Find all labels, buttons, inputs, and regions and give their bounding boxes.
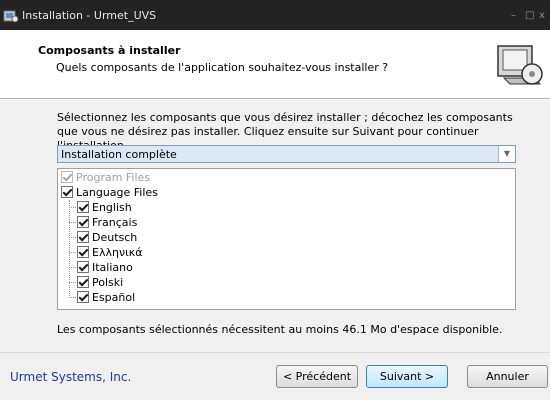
- checkbox-greek[interactable]: [77, 246, 89, 258]
- component-espanol[interactable]: Español: [77, 290, 135, 304]
- tree-branch: [69, 237, 76, 238]
- component-deutsch[interactable]: Deutsch: [77, 230, 137, 244]
- component-label: Deutsch: [92, 230, 138, 244]
- checkbox-english[interactable]: [77, 201, 89, 213]
- back-button[interactable]: < Précédent: [276, 365, 358, 388]
- components-list[interactable]: Program Files Language Files English Fra…: [57, 168, 516, 310]
- component-label: Program Files: [76, 170, 151, 184]
- page-subtitle: Quels composants de l'application souhai…: [56, 61, 389, 74]
- component-label: Español: [92, 290, 136, 304]
- checkbox-polski[interactable]: [77, 276, 89, 288]
- setup-type-dropdown[interactable]: Installation complète ▼: [57, 145, 516, 163]
- component-label: Language Files: [76, 185, 158, 199]
- tree-branch: [69, 222, 76, 223]
- checkbox-espanol[interactable]: [77, 291, 89, 303]
- component-label: Italiano: [92, 260, 133, 274]
- window-title: Installation - Urmet_UVS: [22, 9, 157, 22]
- disk-space-note: Les composants sélectionnés nécessitent …: [57, 323, 503, 336]
- wizard-footer: Urmet Systems, Inc. < Précédent Suivant …: [0, 352, 550, 400]
- checkbox-italiano[interactable]: [77, 261, 89, 273]
- checkbox-program-files: [61, 171, 73, 183]
- tree-guide-line: [69, 200, 70, 298]
- component-label: Polski: [92, 275, 124, 289]
- tree-branch: [69, 282, 76, 283]
- close-button[interactable]: x: [539, 10, 545, 22]
- component-polski[interactable]: Polski: [77, 275, 123, 289]
- minimize-button[interactable]: –: [511, 10, 516, 22]
- next-button[interactable]: Suivant >: [366, 365, 448, 388]
- component-italiano[interactable]: Italiano: [77, 260, 133, 274]
- component-label: Ελληνικά: [92, 245, 143, 259]
- checkbox-francais[interactable]: [77, 216, 89, 228]
- component-language-files[interactable]: Language Files: [61, 185, 158, 199]
- cancel-button[interactable]: Annuler: [467, 365, 548, 388]
- company-name: Urmet Systems, Inc.: [10, 370, 132, 384]
- component-francais[interactable]: Français: [77, 215, 137, 229]
- component-label: Français: [92, 215, 138, 229]
- wizard-header: Composants à installer Quels composants …: [0, 30, 550, 99]
- maximize-button[interactable]: □: [525, 10, 534, 22]
- tree-branch: [69, 252, 76, 253]
- chevron-down-icon[interactable]: ▼: [498, 146, 515, 162]
- component-program-files: Program Files: [61, 170, 150, 184]
- tree-branch: [69, 207, 76, 208]
- tree-branch: [69, 297, 76, 298]
- page-title: Composants à installer: [38, 44, 181, 57]
- checkbox-language-files[interactable]: [61, 186, 73, 198]
- component-label: English: [92, 200, 132, 214]
- title-bar[interactable]: Installation - Urmet_UVS – □ x: [0, 0, 550, 30]
- component-english[interactable]: English: [77, 200, 132, 214]
- component-greek[interactable]: Ελληνικά: [77, 245, 143, 259]
- installer-app-icon: [3, 10, 19, 23]
- tree-branch: [69, 267, 76, 268]
- checkbox-deutsch[interactable]: [77, 231, 89, 243]
- wizard-body: Sélectionnez les composants que vous dés…: [0, 100, 550, 352]
- installer-computer-icon: [497, 45, 543, 85]
- setup-type-value: Installation complète: [61, 148, 177, 161]
